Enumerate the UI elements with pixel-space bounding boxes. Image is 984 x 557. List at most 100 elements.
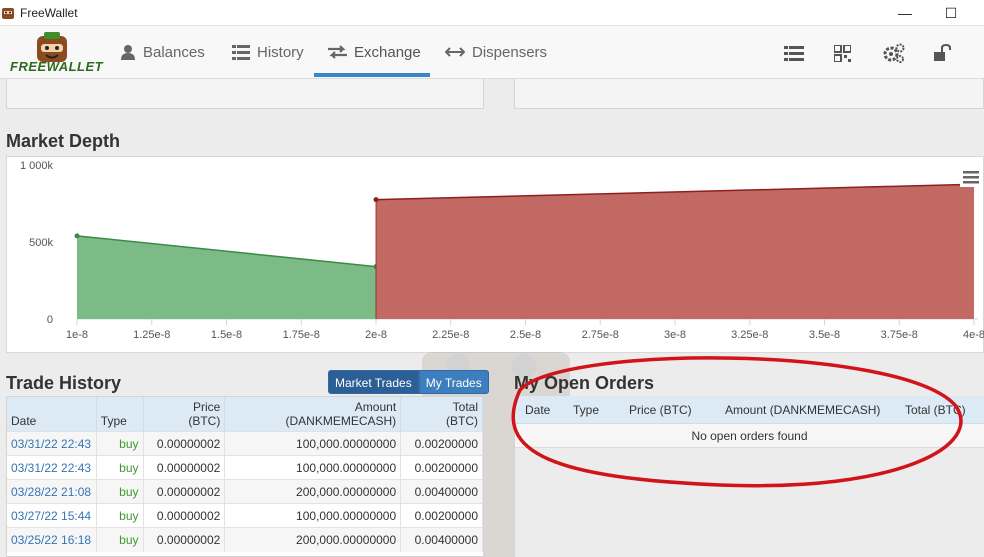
unlock-icon[interactable] (932, 42, 954, 64)
x-tick-label: 2.5e-8 (510, 329, 541, 341)
maximize-button[interactable]: ☐ (928, 0, 974, 26)
market-depth-title: Market Depth (6, 131, 121, 151)
market-depth-chart: 1e-8 1.25e-8 1.5e-8 1.75e-8 2e-8 2.25e-8 2.5e-… (6, 156, 984, 353)
top-right-panel (514, 79, 984, 109)
x-tick-label: 2.25e-8 (432, 329, 469, 341)
row-total: 0.00200000 (400, 455, 483, 480)
row-total: 0.00400000 (400, 527, 483, 552)
market-trades-button[interactable]: Market Trades (328, 370, 419, 394)
nav-dispensers[interactable]: Dispensers (445, 26, 547, 78)
top-navbar: FREEWALLET Balances History Exchange Dis… (0, 26, 984, 79)
table-row[interactable]: 03/27/22 15:44 buy 0.00000002 100,000.00… (7, 503, 483, 528)
row-date[interactable]: 03/28/22 21:08 (7, 479, 97, 504)
x-tick-label: 3e-8 (664, 329, 686, 341)
maximize-icon: ☐ (944, 4, 958, 21)
row-price: 0.00000002 (143, 479, 226, 504)
chart-menu-icon[interactable] (960, 167, 982, 187)
nav-exchange[interactable]: Exchange (328, 26, 421, 78)
window-title: FreeWallet (20, 5, 78, 20)
my-trades-button[interactable]: My Trades (418, 370, 489, 394)
col-header-total[interactable]: Total (BTC) (400, 397, 483, 432)
row-price: 0.00000002 (143, 431, 226, 456)
orders-col-amount[interactable]: Amount (DANKMEMECASH) (711, 403, 893, 417)
open-orders-title: My Open Orders (514, 373, 655, 393)
y-tick-label: 1 000k (20, 160, 54, 172)
row-amount: 200,000.00000000 (224, 527, 402, 552)
row-price: 0.00000002 (143, 503, 226, 528)
minimize-icon: — (898, 5, 912, 21)
trade-history-header-row: Date Type Price (BTC) Amount (DANKMEMECASH… (7, 397, 483, 432)
table-row[interactable]: 03/31/22 22:43 buy 0.00000002 100,000.00… (7, 455, 483, 480)
row-date[interactable]: 03/25/22 16:18 (7, 527, 97, 552)
row-total: 0.00200000 (400, 503, 483, 528)
trade-history-table: Date Type Price (BTC) Amount (DANKMEMECASH… (7, 397, 483, 552)
nav-balances-label: Balances (143, 43, 205, 61)
row-total: 0.00400000 (400, 479, 483, 504)
x-tick-label: 3.25e-8 (731, 329, 768, 341)
trade-history-table-wrap: Date Type Price (BTC) Amount (DANKMEMECASH… (6, 396, 484, 557)
trade-history-title: Trade History (6, 373, 122, 393)
y-tick-label: 0 (47, 314, 53, 326)
x-tick-label: 1.5e-8 (211, 329, 242, 341)
depth-chart-svg: 1e-8 1.25e-8 1.5e-8 1.75e-8 2e-8 2.25e-8 2.5e-… (20, 160, 984, 341)
x-tick-label: 3.75e-8 (881, 329, 918, 341)
menu-list-icon[interactable] (783, 42, 805, 64)
list-icon (232, 44, 250, 60)
row-total: 0.00200000 (400, 431, 483, 456)
gears-icon[interactable] (883, 42, 905, 64)
asks-area (376, 184, 974, 319)
trade-filter-toggle: Market Trades My Trades (328, 370, 489, 394)
open-orders-empty-message: No open orders found (515, 424, 984, 448)
open-orders-header-row: Date Type Price (BTC) Amount (DANKMEMECA… (515, 396, 984, 424)
arrows-horizontal-icon (445, 47, 465, 57)
col-header-amount[interactable]: Amount (DANKMEMECASH) (224, 397, 402, 432)
minimize-button[interactable]: — (882, 0, 928, 26)
table-row[interactable]: 03/28/22 21:08 buy 0.00000002 200,000.00… (7, 479, 483, 504)
qr-code-icon[interactable] (831, 42, 853, 64)
col-header-date[interactable]: Date (7, 397, 97, 432)
row-type: buy (96, 527, 144, 552)
row-price: 0.00000002 (143, 455, 226, 480)
top-left-panel (6, 79, 484, 109)
row-date[interactable]: 03/27/22 15:44 (7, 503, 97, 528)
row-type: buy (96, 455, 144, 480)
x-tick-label: 4e-8 (963, 329, 984, 341)
row-amount: 100,000.00000000 (224, 503, 402, 528)
col-header-price[interactable]: Price (BTC) (143, 397, 226, 432)
exchange-icon (328, 45, 347, 59)
nav-balances[interactable]: Balances (120, 26, 205, 78)
x-tick-label: 3.5e-8 (809, 329, 840, 341)
row-amount: 200,000.00000000 (224, 479, 402, 504)
row-type: buy (96, 431, 144, 456)
row-date[interactable]: 03/31/22 22:43 (7, 431, 97, 456)
x-tick-label: 2.75e-8 (582, 329, 619, 341)
brand-name: FREEWALLET (10, 59, 104, 74)
x-tick-label: 1.25e-8 (133, 329, 170, 341)
table-row[interactable]: 03/25/22 16:18 buy 0.00000002 200,000.00… (7, 527, 483, 552)
row-price: 0.00000002 (143, 527, 226, 552)
open-orders-panel: Date Type Price (BTC) Amount (DANKMEMECA… (514, 396, 984, 557)
user-icon (120, 44, 136, 60)
orders-col-price[interactable]: Price (BTC) (623, 403, 711, 417)
orders-col-total[interactable]: Total (BTC) (893, 403, 973, 417)
nav-dispensers-label: Dispensers (472, 43, 548, 61)
nav-history-label: History (257, 43, 304, 61)
row-type: buy (96, 503, 144, 528)
nav-exchange-label: Exchange (354, 43, 421, 61)
x-tick-label: 1.75e-8 (283, 329, 320, 341)
window-titlebar: FreeWallet — ☐ (0, 0, 984, 26)
table-row[interactable]: 03/31/22 22:43 buy 0.00000002 100,000.00… (7, 431, 483, 456)
orders-col-date[interactable]: Date (515, 403, 565, 417)
nav-history[interactable]: History (232, 26, 304, 78)
col-header-type[interactable]: Type (96, 397, 144, 432)
app-icon (2, 7, 14, 19)
active-tab-indicator (314, 73, 430, 77)
y-tick-label: 500k (29, 237, 53, 249)
row-amount: 100,000.00000000 (224, 431, 402, 456)
bids-area (77, 235, 376, 319)
row-date[interactable]: 03/31/22 22:43 (7, 455, 97, 480)
row-amount: 100,000.00000000 (224, 455, 402, 480)
orders-col-type[interactable]: Type (565, 403, 623, 417)
x-tick-label: 2e-8 (365, 329, 387, 341)
row-type: buy (96, 479, 144, 504)
